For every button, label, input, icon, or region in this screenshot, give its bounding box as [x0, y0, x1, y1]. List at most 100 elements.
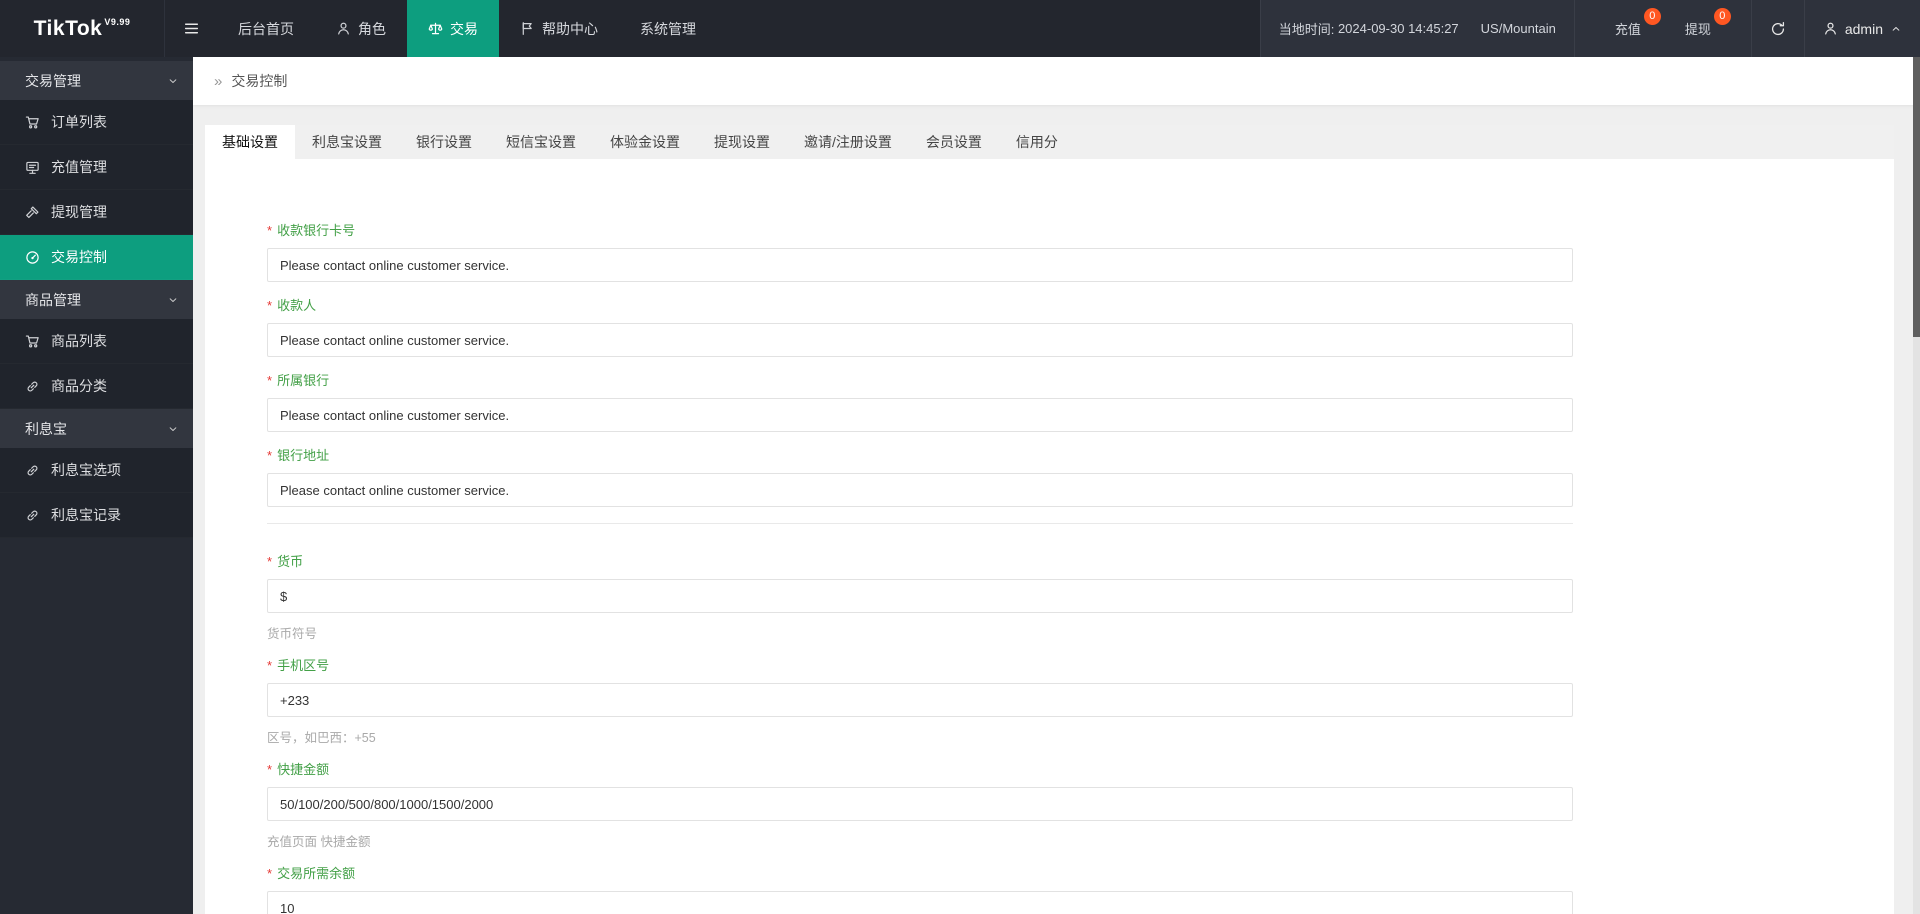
required-asterisk: *	[267, 448, 273, 463]
sidebar-group-interest-treasure[interactable]: 利息宝	[0, 409, 193, 448]
tab-withdraw-settings[interactable]: 提现设置	[697, 125, 787, 159]
admin-menu[interactable]: admin	[1803, 0, 1920, 57]
sidebar-group-label: 商品管理	[25, 291, 81, 308]
gavel-icon	[25, 205, 40, 220]
field-quick-amounts-label-row: * 快捷金额	[267, 762, 1635, 777]
withdraw-action-label: 提现	[1684, 22, 1711, 37]
form-section-divider	[267, 523, 1573, 524]
field-bank-input[interactable]	[267, 398, 1573, 432]
local-time-label: 当地时间:	[1278, 22, 1335, 37]
breadcrumb: » 交易控制	[193, 57, 1920, 105]
field-bank-address-label: 银行地址	[277, 448, 330, 463]
field-bank-label-row: * 所属银行	[267, 373, 1635, 388]
sidebar-group-goods-management[interactable]: 商品管理	[0, 280, 193, 319]
tab-content-card: * 收款银行卡号 * 收款人 * 所属银行 * 银行地址 * 货币货币符号 * 手机区号区号，如巴西：…	[205, 159, 1894, 914]
tab-invite-register-settings[interactable]: 邀请/注册设置	[787, 125, 909, 159]
field-trade-required-balance-input[interactable]	[267, 891, 1573, 914]
tab-member-settings[interactable]: 会员设置	[909, 125, 999, 159]
withdraw-action-badge: 0	[1713, 8, 1731, 25]
field-quick-amounts-group: * 快捷金额充值页面 快捷金额	[267, 762, 1635, 850]
navbar-right: 当地时间: 2024-09-30 14:45:27 US/Mountain 充值…	[1259, 0, 1920, 57]
field-payee-group: * 收款人	[267, 298, 1635, 357]
sidebar-item-interest-records[interactable]: 利息宝记录	[0, 493, 193, 538]
sidebar-item-goods-list[interactable]: 商品列表	[0, 319, 193, 364]
required-asterisk: *	[267, 554, 273, 569]
tab-sms-settings[interactable]: 短信宝设置	[489, 125, 593, 159]
scales-icon	[428, 21, 443, 36]
cart-icon	[25, 334, 40, 349]
sidebar-group-trade-management[interactable]: 交易管理	[0, 61, 193, 100]
scrollbar-thumb[interactable]	[1913, 57, 1920, 337]
field-quick-amounts-input[interactable]	[267, 787, 1573, 821]
field-phone-area-code-group: * 手机区号区号，如巴西：+55	[267, 658, 1635, 746]
local-time-value: 2024-09-30 14:45:27	[1337, 21, 1459, 36]
nav-item-help-center[interactable]: 帮助中心	[499, 0, 619, 57]
chevron-up-icon	[1890, 23, 1902, 35]
required-asterisk: *	[267, 223, 273, 238]
nav-item-trade[interactable]: 交易	[407, 0, 499, 57]
field-phone-area-code-input[interactable]	[267, 683, 1573, 717]
sidebar-item-label: 提现管理	[51, 204, 107, 220]
withdraw-action-button[interactable]: 提现 0	[1675, 0, 1731, 57]
required-asterisk: *	[267, 373, 273, 388]
sidebar-group-label: 交易管理	[25, 72, 81, 89]
sidebar-item-withdraw-management[interactable]: 提现管理	[0, 190, 193, 235]
sidebar-item-goods-category[interactable]: 商品分类	[0, 364, 193, 409]
field-bank-address-input[interactable]	[267, 473, 1573, 507]
sidebar-toggle-button[interactable]	[165, 0, 217, 57]
required-asterisk: *	[267, 298, 273, 313]
chevron-down-icon	[167, 423, 179, 435]
refresh-icon	[1770, 21, 1786, 37]
chevron-down-icon	[167, 75, 179, 87]
board-icon	[25, 160, 40, 175]
sidebar-item-recharge-management[interactable]: 充值管理	[0, 145, 193, 190]
field-trade-required-balance-group: * 交易所需余额	[267, 866, 1635, 914]
refresh-button[interactable]	[1750, 0, 1804, 57]
field-payee-input[interactable]	[267, 323, 1573, 357]
field-receiving-bank-card-input[interactable]	[267, 248, 1573, 282]
field-payee-label: 收款人	[277, 298, 317, 313]
page-scrollbar[interactable]	[1913, 57, 1920, 914]
settings-form: * 收款银行卡号 * 收款人 * 所属银行 * 银行地址 * 货币货币符号 * 手机区号区号，如巴西：…	[205, 159, 1635, 914]
page-title: 交易控制	[231, 73, 288, 89]
field-trade-required-balance-label: 交易所需余额	[277, 866, 356, 881]
required-asterisk: *	[267, 866, 273, 881]
field-phone-area-code-label: 手机区号	[277, 658, 330, 673]
tab-bank-settings[interactable]: 银行设置	[399, 125, 489, 159]
field-currency-group: * 货币货币符号	[267, 554, 1635, 642]
chevron-down-icon	[167, 294, 179, 306]
field-quick-amounts-label: 快捷金额	[277, 762, 330, 777]
recharge-action-button[interactable]: 充值 0	[1605, 0, 1661, 57]
navbar-menu: 后台首页 角色 交易 帮助中心 系统管理	[217, 0, 717, 57]
tab-interest-settings[interactable]: 利息宝设置	[295, 125, 399, 159]
sidebar-item-label: 订单列表	[51, 114, 107, 130]
nav-item-label: 帮助中心	[542, 20, 598, 37]
field-bank-group: * 所属银行	[267, 373, 1635, 432]
nav-item-dashboard[interactable]: 后台首页	[217, 0, 315, 57]
field-receiving-bank-card-label-row: * 收款银行卡号	[267, 223, 1635, 238]
tab-basic-settings[interactable]: 基础设置	[205, 125, 295, 159]
nav-item-roles[interactable]: 角色	[315, 0, 407, 57]
sidebar: 交易管理订单列表充值管理提现管理交易控制商品管理商品列表 商品分类 利息宝利息宝选项…	[0, 57, 193, 914]
field-currency-label: 货币	[277, 554, 304, 569]
sidebar-item-interest-options[interactable]: 利息宝选项	[0, 448, 193, 493]
sidebar-item-label: 利息宝选项	[51, 462, 121, 478]
admin-username: admin	[1844, 20, 1883, 37]
tab-header: 基础设置 利息宝设置 银行设置 短信宝设置 体验金设置 提现设置 邀请/注册设置 会员设置 信用…	[205, 125, 1894, 159]
sidebar-item-label: 交易控制	[51, 249, 107, 265]
tab-credit-score[interactable]: 信用分	[999, 125, 1075, 159]
field-phone-area-code-hint: 区号，如巴西：+55	[267, 731, 376, 745]
sidebar-item-label: 充值管理	[51, 159, 107, 175]
main-area: » 交易控制 基础设置 利息宝设置 银行设置 短信宝设置 体验金设置 提现设置 邀请/注册设…	[193, 57, 1920, 914]
sidebar-item-order-list[interactable]: 订单列表	[0, 100, 193, 145]
field-bank-address-group: * 银行地址	[267, 448, 1635, 507]
flag-icon	[520, 21, 535, 36]
cart-icon	[25, 115, 40, 130]
sidebar-item-trade-control[interactable]: 交易控制	[0, 235, 193, 280]
tab-trial-bonus-settings[interactable]: 体验金设置	[593, 125, 697, 159]
field-phone-area-code-label-row: * 手机区号	[267, 658, 1635, 673]
field-receiving-bank-card-group: * 收款银行卡号	[267, 223, 1635, 282]
field-currency-input[interactable]	[267, 579, 1573, 613]
nav-item-system[interactable]: 系统管理	[619, 0, 717, 57]
app-logo: TikTok V9.99	[0, 0, 165, 57]
